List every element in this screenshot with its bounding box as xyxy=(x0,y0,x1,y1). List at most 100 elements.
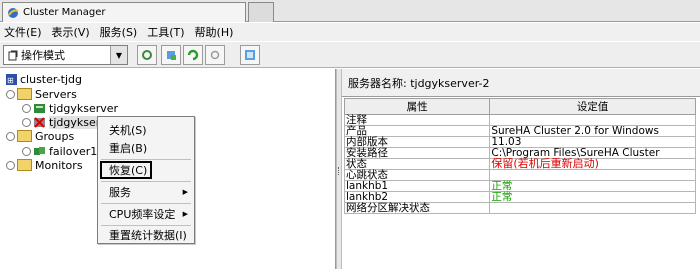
expand-toggle-icon[interactable] xyxy=(6,131,15,141)
status-value: 保留(若机后重新启动) xyxy=(489,158,696,170)
cluster-manager-icon xyxy=(8,7,19,18)
property-name: 产品 xyxy=(343,125,491,137)
cluster-icon: ⊞ xyxy=(6,73,17,85)
refresh-toolbar-button[interactable] xyxy=(183,45,203,65)
menu-file[interactable]: 文件(E) xyxy=(4,24,42,40)
reload-icon xyxy=(142,50,152,60)
tree-server-2[interactable]: tjdgykserv xyxy=(22,115,107,129)
table-row[interactable]: 心跳状态 xyxy=(343,169,696,181)
tree-servers-label: Servers xyxy=(35,87,77,101)
mode-select[interactable]: 操作模式 ▼ xyxy=(3,45,128,65)
menu-view[interactable]: 表示(V) xyxy=(52,24,90,40)
menu-separator xyxy=(101,159,191,160)
menu-item-service[interactable]: 服务 ▶ xyxy=(98,183,194,201)
tree-root[interactable]: ⊞ cluster-tjdg xyxy=(6,72,82,86)
menu-item-cpu-label: CPU频率设定 xyxy=(109,208,176,221)
tree-servers[interactable]: Servers xyxy=(6,87,77,101)
expand-toggle-icon[interactable] xyxy=(6,89,15,99)
menu-item-restore-label: 恢复(C) xyxy=(109,164,148,177)
property-value xyxy=(489,169,696,181)
table-header-row: 属性 设定值 xyxy=(343,98,696,115)
expand-toggle-icon[interactable] xyxy=(6,160,15,170)
divider-grip[interactable] xyxy=(338,167,341,175)
submenu-arrow-icon: ▶ xyxy=(182,188,188,196)
edit-icon xyxy=(8,50,18,60)
property-value xyxy=(489,202,696,214)
menu-service[interactable]: 服务(S) xyxy=(100,24,138,40)
tab-cluster-manager[interactable]: Cluster Manager xyxy=(2,2,246,22)
refresh-icon xyxy=(187,49,199,61)
tree-groups[interactable]: Groups xyxy=(6,129,74,143)
tree-monitors[interactable]: Monitors xyxy=(6,158,83,172)
folder-icon xyxy=(17,88,32,100)
server-icon xyxy=(34,103,45,113)
detail-pane: 服务器名称: tjdgykserver-2 属性 设定值 注释 产品 SureH… xyxy=(342,69,700,269)
config-icon xyxy=(167,51,176,60)
menu-item-shutdown-label: 关机(S) xyxy=(109,124,147,137)
group-icon xyxy=(34,146,45,155)
expand-toggle-icon[interactable] xyxy=(22,146,31,156)
table-row[interactable]: 注释 xyxy=(343,114,696,126)
menu-item-shutdown[interactable]: 关机(S) xyxy=(98,121,194,139)
table-row[interactable]: lankhb2 正常 xyxy=(343,191,696,203)
table-row[interactable]: 状态 保留(若机后重新启动) xyxy=(343,158,696,170)
menu-bar: 文件(E) 表示(V) 服务(S) 工具(T) 帮助(H) xyxy=(0,23,700,41)
mode-select-value: 操作模式 xyxy=(21,49,65,62)
tab-empty[interactable] xyxy=(248,2,274,22)
tree-monitors-label: Monitors xyxy=(35,158,83,172)
submenu-arrow-icon: ▶ xyxy=(182,210,188,218)
context-menu: 关机(S) 重启(B) 恢复(C) 服务 ▶ CPU频率设定 ▶ 重置统计数据(… xyxy=(97,116,195,244)
menu-help[interactable]: 帮助(H) xyxy=(195,24,234,40)
property-name: lankhb1 xyxy=(343,180,491,192)
menu-tools[interactable]: 工具(T) xyxy=(147,24,184,40)
tree-server-1-label: tjdgykserver xyxy=(49,101,119,115)
menu-separator xyxy=(101,203,191,204)
reload-toolbar-button[interactable] xyxy=(137,45,157,65)
table-row[interactable]: 内部版本 11.03 xyxy=(343,136,696,148)
folder-icon xyxy=(17,130,32,142)
property-name: lankhb2 xyxy=(343,191,491,203)
property-name: 状态 xyxy=(343,158,491,170)
tree-group-1[interactable]: failover1 xyxy=(22,144,97,158)
window-title: Cluster Manager xyxy=(23,7,106,18)
column-header-property[interactable]: 属性 xyxy=(343,98,491,115)
server-name: 服务器名称: tjdgykserver-2 xyxy=(348,76,490,90)
svg-text:⊞: ⊞ xyxy=(7,76,14,85)
menu-item-service-label: 服务 xyxy=(109,186,131,199)
folder-icon xyxy=(17,159,32,171)
property-name: 心跳状态 xyxy=(343,169,491,181)
table-row[interactable]: 网络分区解决状态 xyxy=(343,202,696,214)
monitor-icon xyxy=(245,50,255,60)
property-value xyxy=(489,114,696,126)
server-suspended-icon xyxy=(34,116,45,128)
property-name: 安装路径 xyxy=(343,147,491,159)
property-name: 注释 xyxy=(343,114,491,126)
tree-group-1-label: failover1 xyxy=(49,144,98,158)
menu-item-restart[interactable]: 重启(B) xyxy=(98,139,194,157)
config-toolbar-button[interactable] xyxy=(161,45,181,65)
gear-icon xyxy=(210,50,220,60)
menu-item-cpu-frequency[interactable]: CPU频率设定 ▶ xyxy=(98,205,194,223)
menu-separator xyxy=(101,181,191,182)
property-value: 11.03 xyxy=(489,136,696,148)
column-header-value[interactable]: 设定值 xyxy=(489,98,696,115)
tree-root-label: cluster-tjdg xyxy=(20,72,83,86)
table-row[interactable]: 产品 SureHA Cluster 2.0 for Windows xyxy=(343,125,696,137)
tree-server-1[interactable]: tjdgykserver xyxy=(22,101,118,115)
menu-item-restart-label: 重启(B) xyxy=(109,142,148,155)
expand-toggle-icon[interactable] xyxy=(22,103,31,113)
property-value: SureHA Cluster 2.0 for Windows xyxy=(489,125,696,137)
property-name: 网络分区解决状态 xyxy=(343,202,491,214)
expand-toggle-icon[interactable] xyxy=(22,117,31,127)
menu-item-restore[interactable]: 恢复(C) xyxy=(98,161,194,179)
server-name-header: 服务器名称: tjdgykserver-2 xyxy=(342,69,700,97)
menu-item-reset-stats[interactable]: 重置统计数据(I) xyxy=(98,226,194,244)
settings-toolbar-button[interactable] xyxy=(205,45,225,65)
property-table: 属性 设定值 注释 产品 SureHA Cluster 2.0 for Wind… xyxy=(343,98,696,214)
chevron-down-icon[interactable]: ▼ xyxy=(110,46,127,64)
table-row[interactable]: lankhb1 正常 xyxy=(343,180,696,192)
heartbeat-status: 正常 xyxy=(489,191,696,203)
menu-item-reset-stats-label: 重置统计数据(I) xyxy=(109,229,187,242)
monitor-toolbar-button[interactable] xyxy=(240,45,260,65)
toolbar: 操作模式 ▼ xyxy=(0,42,700,68)
